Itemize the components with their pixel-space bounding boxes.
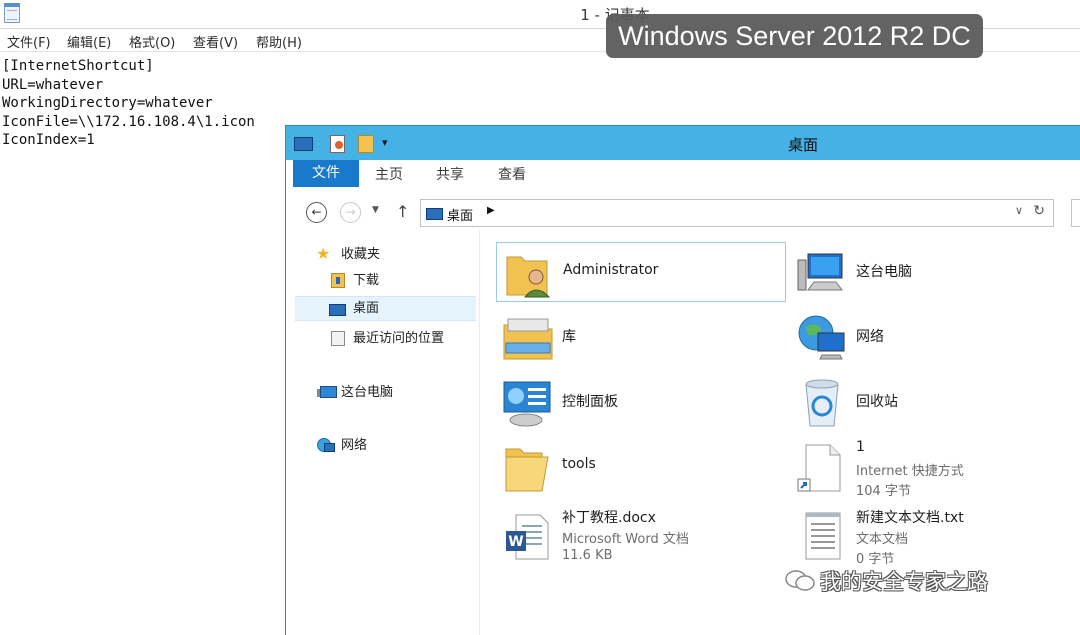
- back-button[interactable]: ←: [306, 202, 327, 223]
- tab-file[interactable]: 文件: [293, 160, 359, 187]
- sidebar-item-this-pc[interactable]: 这台电脑: [286, 380, 476, 405]
- file-name: 库: [562, 329, 576, 345]
- server-version-label: Windows Server 2012 R2 DC: [606, 14, 983, 58]
- file-item-shortcut-1[interactable]: 1 Internet 快捷方式 104 字节: [790, 437, 1080, 502]
- sidebar-item-recent[interactable]: 最近访问的位置: [286, 326, 476, 351]
- control-panel-icon: [503, 381, 551, 427]
- menu-file[interactable]: 文件(F): [7, 32, 51, 51]
- explorer-titlebar: ▾ 桌面: [286, 126, 1080, 160]
- computer-icon: [317, 386, 337, 398]
- watermark-text: 我的安全专家之路: [820, 570, 988, 594]
- file-item-this-pc[interactable]: 这台电脑: [790, 242, 1080, 302]
- file-item-administrator[interactable]: Administrator: [496, 242, 786, 302]
- user-folder-icon: [506, 256, 551, 298]
- file-name: 这台电脑: [856, 264, 912, 280]
- file-name: 回收站: [856, 394, 898, 410]
- network-globe-icon: [798, 315, 845, 360]
- computer-icon: [797, 253, 843, 291]
- file-item-tools[interactable]: tools: [496, 437, 786, 502]
- menu-view[interactable]: 查看(V): [193, 32, 238, 51]
- menu-edit[interactable]: 编辑(E): [67, 32, 111, 51]
- file-type: Microsoft Word 文档: [562, 532, 689, 547]
- shortcut-file-icon: [797, 444, 841, 492]
- sidebar-label: 这台电脑: [341, 385, 394, 400]
- menu-help[interactable]: 帮助(H): [256, 32, 302, 51]
- star-icon: ★: [316, 244, 331, 263]
- explorer-window-title: 桌面: [787, 136, 818, 154]
- sidebar-item-downloads[interactable]: 下载: [286, 268, 476, 293]
- svg-text:W: W: [508, 534, 523, 550]
- menu-format[interactable]: 格式(O): [129, 32, 175, 51]
- ribbon: 文件 主页 共享 查看: [286, 160, 1080, 191]
- network-icon: [317, 438, 335, 452]
- file-size: 104 字节: [856, 484, 911, 499]
- file-type: 文本文档: [856, 532, 909, 547]
- address-desktop-icon: [426, 208, 443, 220]
- file-size: 11.6 KB: [562, 548, 613, 563]
- recent-places-icon: [331, 331, 345, 346]
- desktop-icon: [329, 304, 346, 316]
- file-name: 控制面板: [562, 394, 618, 410]
- sidebar-label: 收藏夹: [341, 247, 381, 262]
- tab-share[interactable]: 共享: [436, 160, 464, 190]
- file-item-network[interactable]: 网络: [790, 307, 1080, 367]
- navigation-pane: ★ 收藏夹 下载 桌面 最近访问的位置 这台电脑 网络: [286, 230, 480, 635]
- breadcrumb-chevron-icon[interactable]: ▶: [487, 205, 495, 216]
- file-item-text-doc[interactable]: 新建文本文档.txt 文本文档 0 字节: [790, 505, 1080, 570]
- downloads-folder-icon: [331, 273, 345, 288]
- word-document-icon: W: [506, 514, 549, 560]
- sidebar-label: 桌面: [353, 301, 380, 316]
- refresh-icon[interactable]: ↻: [1033, 203, 1045, 219]
- file-item-library[interactable]: 库: [496, 307, 786, 367]
- file-name: Administrator: [563, 262, 659, 278]
- file-name: 网络: [856, 329, 884, 345]
- sidebar-label: 网络: [341, 438, 368, 453]
- library-icon: [503, 318, 553, 360]
- file-name: tools: [562, 456, 596, 472]
- file-name: 新建文本文档.txt: [856, 510, 964, 526]
- sidebar-item-favorites[interactable]: ★ 收藏夹: [286, 242, 476, 267]
- tab-home[interactable]: 主页: [375, 160, 403, 190]
- file-type: Internet 快捷方式: [856, 464, 964, 479]
- sidebar-item-desktop[interactable]: 桌面: [295, 296, 476, 321]
- file-list: Administrator 这台电脑 库 网络 控制面板 回收站 tools 1…: [480, 230, 1080, 635]
- explorer-window: ▾ 桌面 文件 主页 共享 查看 ← → ▼ ↑ 桌面 ▶ ∨ ↻ ★ 收藏夹 …: [285, 125, 1080, 635]
- folder-icon: [505, 448, 549, 492]
- text-document-icon: [805, 512, 841, 560]
- sidebar-label: 最近访问的位置: [353, 331, 445, 346]
- file-name: 1: [856, 439, 865, 455]
- file-item-word-doc[interactable]: W 补丁教程.docx Microsoft Word 文档 11.6 KB: [496, 505, 786, 570]
- address-bar[interactable]: 桌面 ▶ ∨ ↻: [420, 199, 1054, 227]
- recent-locations-icon[interactable]: ▼: [372, 205, 379, 215]
- search-input[interactable]: [1071, 199, 1080, 227]
- sidebar-label: 下载: [353, 273, 380, 288]
- tab-view[interactable]: 查看: [498, 160, 526, 190]
- file-size: 0 字节: [856, 552, 895, 567]
- file-name: 补丁教程.docx: [562, 510, 656, 526]
- file-item-recycle-bin[interactable]: 回收站: [790, 372, 1080, 432]
- up-arrow-icon[interactable]: ↑: [396, 202, 409, 221]
- breadcrumb-desktop[interactable]: 桌面: [447, 205, 473, 224]
- sidebar-item-network[interactable]: 网络: [286, 433, 476, 458]
- address-toolbar: ← → ▼ ↑ 桌面 ▶ ∨ ↻: [286, 190, 1080, 230]
- wechat-logo-icon: [785, 570, 815, 591]
- forward-button[interactable]: →: [340, 202, 361, 223]
- file-item-control-panel[interactable]: 控制面板: [496, 372, 786, 432]
- recycle-bin-icon: [805, 379, 839, 427]
- address-dropdown-icon[interactable]: ∨: [1015, 204, 1023, 217]
- notepad-text-area[interactable]: [InternetShortcut] URL=whatever WorkingD…: [2, 57, 255, 150]
